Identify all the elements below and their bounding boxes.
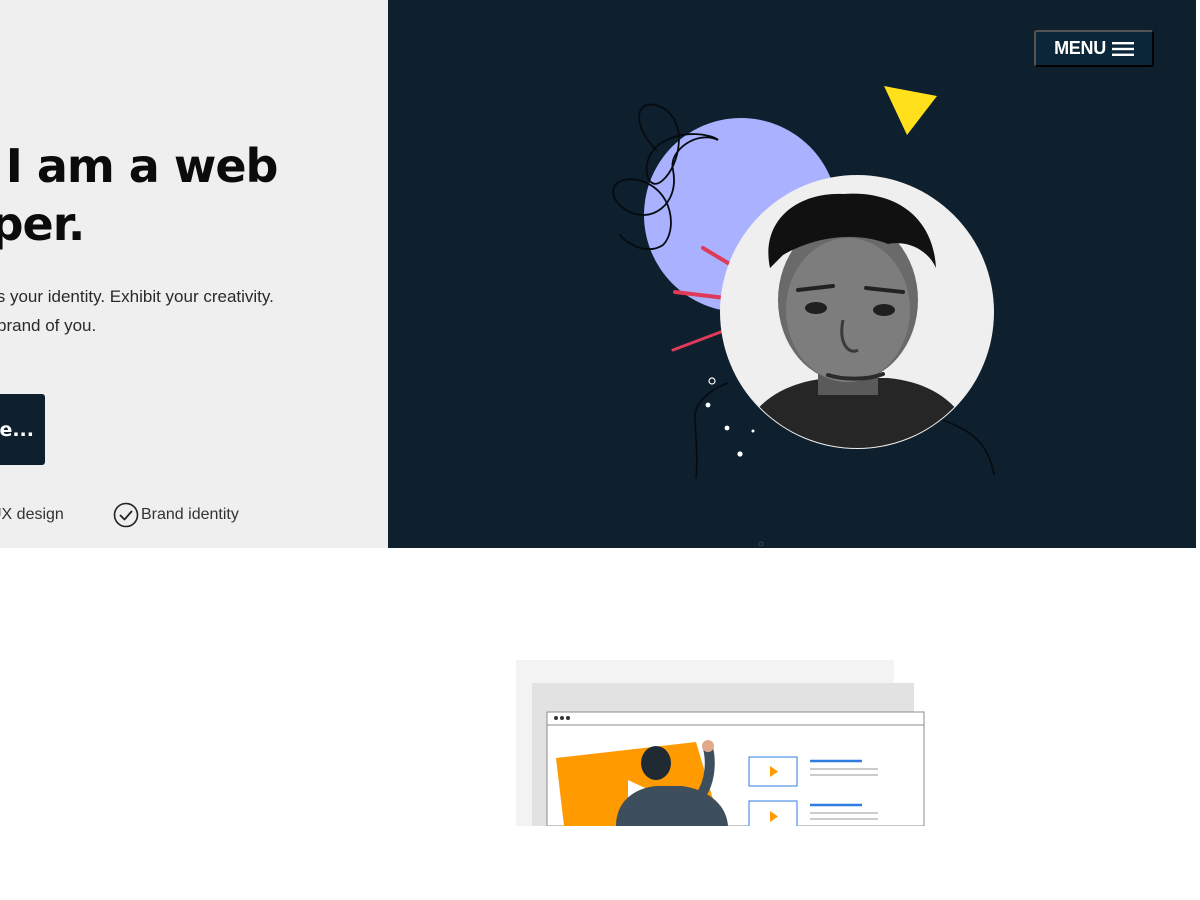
description-line-2: brand of you. [0,316,97,335]
window-dot-1 [554,716,558,720]
menu-button[interactable]: MENU [1034,30,1154,67]
yellow-triangle-shape [884,86,937,135]
hero-portrait-panel: MENU [388,0,1196,548]
skill-label: Brand identity [141,506,239,523]
hero-headline: e, I am a web oper. [0,137,388,253]
illustration-artwork [516,660,925,826]
skill-ux-design: UX design [0,506,64,523]
cta-label: ne... [0,418,34,441]
hero-section: e, I am a web oper. ts your identity. Ex… [0,0,1200,548]
dot-6 [758,541,764,547]
dot-3 [724,425,730,431]
person-portrait [721,176,993,448]
hero-description: ts your identity. Exhibit your creativit… [0,282,388,340]
dot-2 [705,402,711,408]
portrait-artwork [612,86,995,547]
hero-intro-panel: e, I am a web oper. ts your identity. Ex… [0,0,388,548]
body-outline [694,382,729,479]
person-head [641,746,671,780]
menu-label: MENU [1054,38,1106,58]
window-dot-2 [560,716,564,720]
hero-cta-button[interactable]: ne... [0,394,45,465]
shoulder-outline [942,419,995,476]
skills-list: UX design Brand identity [0,500,388,530]
dot-1 [708,377,716,385]
video-content-illustration [516,660,928,826]
right-edge-strip [1196,0,1200,548]
skill-brand-identity: Brand identity [113,502,239,528]
check-circle-icon [113,502,139,528]
dot-5 [751,429,755,433]
headline-line-1: e, I am a web [0,139,278,193]
dot-4 [737,451,743,457]
headline-line-2: oper. [0,197,85,251]
description-line-1: ts your identity. Exhibit your creativit… [0,287,274,306]
hamburger-menu-icon [1111,41,1134,56]
window-dot-3 [566,716,570,720]
person-hand [702,740,714,752]
